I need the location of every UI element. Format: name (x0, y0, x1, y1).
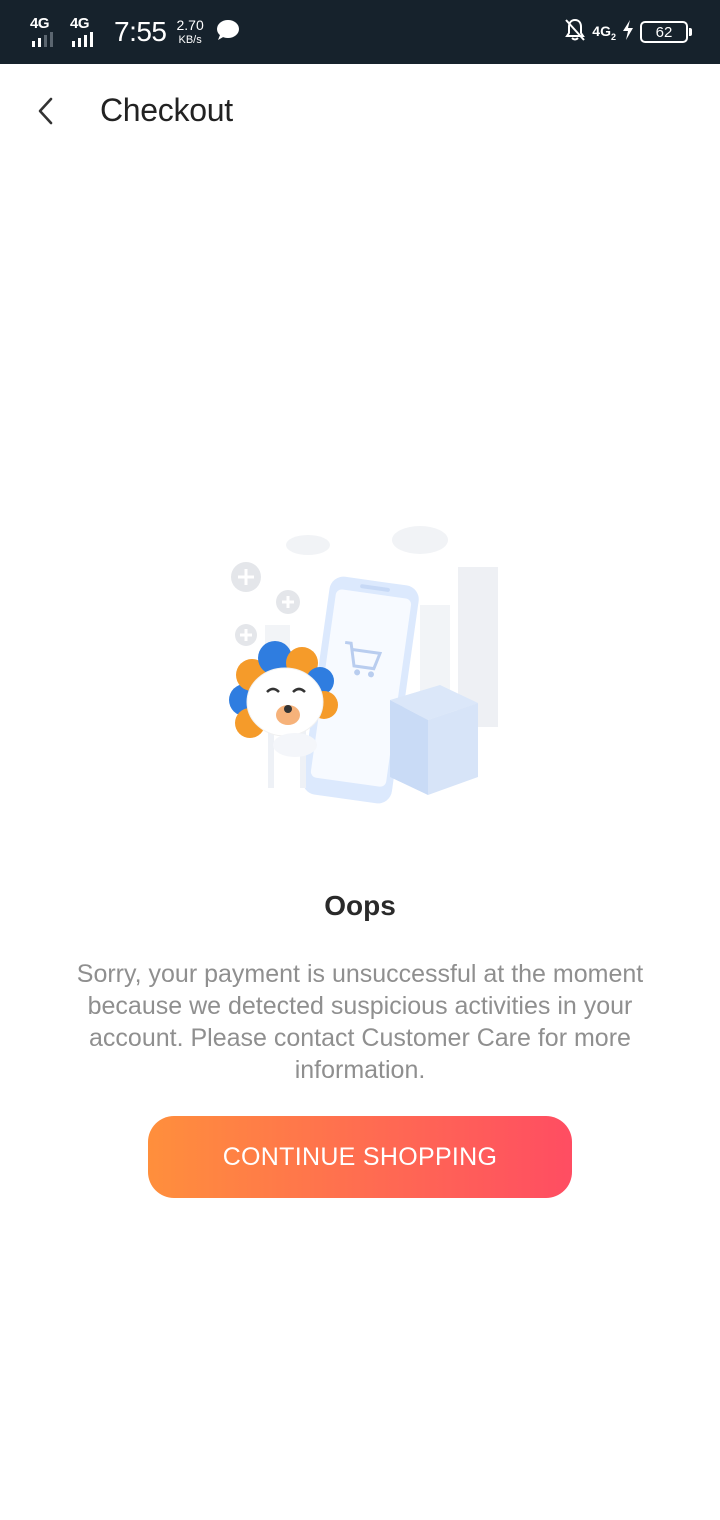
status-bar-left: 4G 4G 7:55 2.70 KB/s (30, 0, 240, 64)
charging-bolt-icon (622, 19, 634, 45)
speed-value: 2.70 (176, 17, 204, 33)
clock: 7:55 (114, 16, 167, 47)
network-type-1: 4G (30, 15, 50, 32)
continue-shopping-button[interactable]: CONTINUE SHOPPING (148, 1116, 572, 1198)
network-speed: 2.70 KB/s (177, 18, 204, 46)
speed-unit: KB/s (178, 34, 202, 46)
chevron-left-icon (38, 97, 53, 125)
page-title: Checkout (100, 92, 233, 128)
notifications-off-icon (564, 18, 586, 47)
status-bar: 4G 4G 7:55 2.70 KB/s 4G2 62 (0, 0, 720, 64)
lion-mascot-shopping-illustration (210, 515, 510, 815)
status-bar-right: 4G2 62 (564, 0, 692, 64)
chat-bubble-icon (216, 19, 240, 46)
back-button[interactable] (24, 86, 68, 136)
error-message: Sorry, your payment is unsuccessful at t… (76, 960, 644, 1084)
network-type-right: 4G2 (592, 22, 616, 42)
signal-icon: 4G (30, 15, 62, 47)
network-type-2: 4G (70, 15, 90, 32)
app-header: Checkout (0, 64, 720, 160)
error-title: Oops (324, 890, 396, 921)
battery-level: 62 (655, 23, 673, 41)
battery-icon: 62 (640, 21, 692, 43)
signal-icon: 4G (70, 15, 102, 47)
